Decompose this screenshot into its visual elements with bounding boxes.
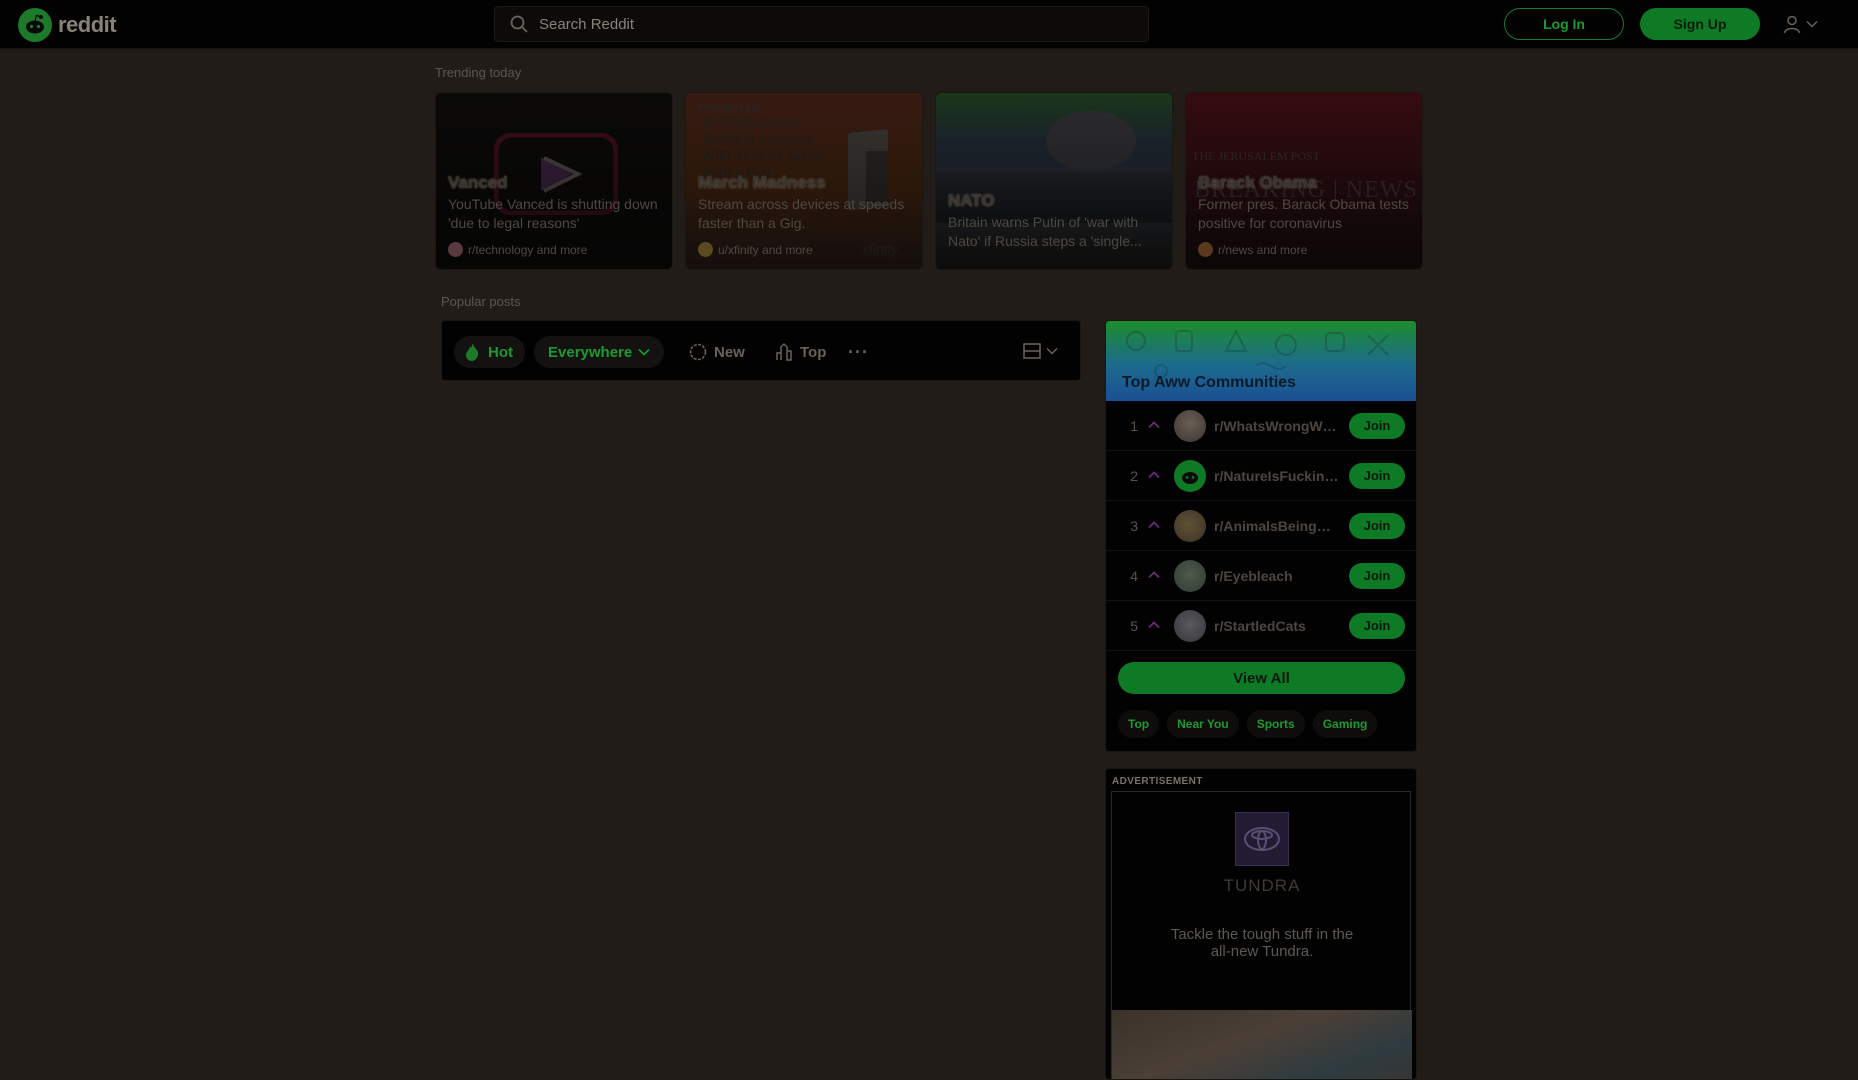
upvote-arrow-icon [1148, 421, 1160, 429]
join-button[interactable]: Join [1349, 562, 1405, 589]
community-avatar [1174, 559, 1206, 592]
communities-banner: Top Aww Communities [1106, 321, 1416, 401]
top-nav: reddit Log In Sign Up [0, 0, 1858, 49]
trending-card-obama[interactable]: THE JERUSALEM POST BREAKING | NEWS Barac… [1185, 92, 1423, 270]
chip-near-you[interactable]: Near You [1167, 710, 1239, 738]
advertisement-widget: ADVERTISEMENT TUNDRA Tackle the tough st… [1105, 768, 1417, 1080]
trending-description: Former pres. Barack Obama tests positive… [1198, 196, 1409, 231]
search-input[interactable] [539, 15, 1099, 33]
community-rank: 4 [1130, 567, 1138, 584]
view-all-button[interactable]: View All [1118, 662, 1405, 694]
reddit-logo[interactable]: reddit [18, 8, 117, 42]
trending-card-march-madness[interactable]: Multiple teams.Multiple screens.WiFi spe… [685, 92, 923, 270]
community-name[interactable]: r/NatureIsFuckingLit [1214, 468, 1339, 484]
subreddit-avatar [698, 242, 713, 257]
chip-sports[interactable]: Sports [1246, 710, 1305, 738]
community-avatar [1174, 509, 1206, 542]
community-name[interactable]: r/StartledCats [1214, 618, 1339, 634]
top-communities-widget: Top Aww Communities 1 r/WhatsWrongWithYo… [1105, 320, 1417, 752]
ad-creative[interactable]: TUNDRA Tackle the tough stuff in the all… [1111, 791, 1412, 1079]
community-row[interactable]: 4 r/Eyebleach Join [1106, 551, 1416, 601]
join-button[interactable]: Join [1349, 462, 1405, 489]
trending-description: Stream across devices at speeds faster t… [698, 196, 905, 231]
search-bar[interactable] [494, 6, 1149, 42]
community-rank: 5 [1130, 617, 1138, 634]
chip-top[interactable]: Top [1118, 710, 1160, 738]
signup-button[interactable]: Sign Up [1640, 8, 1760, 40]
location-dropdown[interactable]: Everywhere [534, 336, 665, 368]
community-category-chips: Top Near You Sports Gaming [1118, 710, 1378, 738]
chevron-down-icon [1046, 347, 1058, 355]
trending-card-nato[interactable]: NATO Britain warns Putin of 'war with Na… [935, 92, 1173, 270]
trending-title: NATO [948, 191, 995, 210]
trending-subreddit: r/technology and more [448, 242, 587, 257]
community-name[interactable]: r/Eyebleach [1214, 568, 1339, 584]
trending-subreddit: u/xfinity and more [698, 242, 813, 257]
snoo-icon [1182, 471, 1198, 484]
advertisement-label: ADVERTISEMENT [1112, 776, 1203, 787]
community-row[interactable]: 5 r/StartledCats Join [1106, 601, 1416, 651]
top-chart-icon [776, 342, 792, 361]
chip-gaming[interactable]: Gaming [1312, 710, 1378, 738]
upvote-arrow-icon [1148, 521, 1160, 529]
user-dropdown[interactable] [1782, 12, 1822, 36]
community-rank: 1 [1130, 417, 1138, 434]
community-row[interactable]: 2 r/NatureIsFuckingLit Join [1106, 451, 1416, 501]
user-icon [1783, 15, 1801, 34]
trending-label: Trending today [435, 65, 522, 80]
reddit-wordmark: reddit [58, 12, 117, 37]
promoted-badge: PROMOTED [698, 103, 760, 114]
reddit-snoo-icon [18, 8, 52, 42]
upvote-arrow-icon [1148, 621, 1160, 629]
community-name[interactable]: r/AnimalsBeingBros [1214, 518, 1339, 534]
subreddit-avatar [1198, 242, 1213, 257]
ad-terrain-image [1112, 1010, 1412, 1079]
login-button[interactable]: Log In [1504, 8, 1624, 40]
trending-subreddit: r/news and more [1198, 242, 1307, 257]
more-options-button[interactable]: ··· [842, 336, 875, 368]
trending-title: March Madness [698, 173, 826, 192]
sort-bar: Hot Everywhere New Top ··· [441, 320, 1081, 381]
join-button[interactable]: Join [1349, 512, 1405, 539]
ad-copy: Tackle the tough stuff in the all-new Tu… [1170, 926, 1354, 960]
view-layout-toggle[interactable] [1022, 341, 1058, 361]
community-avatar [1174, 609, 1206, 642]
trending-description: Britain warns Putin of 'war with Nato' i… [948, 214, 1142, 249]
join-button[interactable]: Join [1349, 612, 1405, 639]
sort-new-button[interactable]: New [682, 336, 751, 368]
trending-description: YouTube Vanced is shutting down 'due to … [448, 196, 658, 231]
sort-top-button[interactable]: Top [768, 336, 832, 368]
trending-title: Vanced [448, 173, 508, 192]
new-burst-icon [689, 343, 707, 361]
community-avatar [1174, 459, 1206, 492]
toyota-logo-icon [1235, 812, 1289, 866]
subreddit-avatar [448, 242, 463, 257]
upvote-arrow-icon [1148, 471, 1160, 479]
trending-title: Barack Obama [1198, 173, 1318, 192]
community-rank: 3 [1130, 517, 1138, 534]
community-avatar [1174, 409, 1206, 442]
flame-icon [466, 343, 479, 361]
card-view-icon [1023, 343, 1041, 359]
popular-posts-label: Popular posts [441, 294, 521, 309]
sort-hot-button[interactable]: Hot [454, 336, 525, 368]
community-rank: 2 [1130, 467, 1138, 484]
search-icon [510, 15, 528, 33]
community-row[interactable]: 3 r/AnimalsBeingBros Join [1106, 501, 1416, 551]
trending-card-vanced[interactable]: Vanced YouTube Vanced is shutting down '… [435, 92, 673, 270]
ad-brand: TUNDRA [1223, 876, 1301, 895]
community-name[interactable]: r/WhatsWrongWithYourDog [1214, 418, 1339, 434]
upvote-arrow-icon [1148, 571, 1160, 579]
chevron-down-icon [638, 348, 650, 356]
join-button[interactable]: Join [1349, 412, 1405, 439]
community-row[interactable]: 1 r/WhatsWrongWithYourDog Join [1106, 401, 1416, 451]
communities-title: Top Aww Communities [1122, 374, 1296, 391]
chevron-down-icon [1806, 20, 1818, 28]
